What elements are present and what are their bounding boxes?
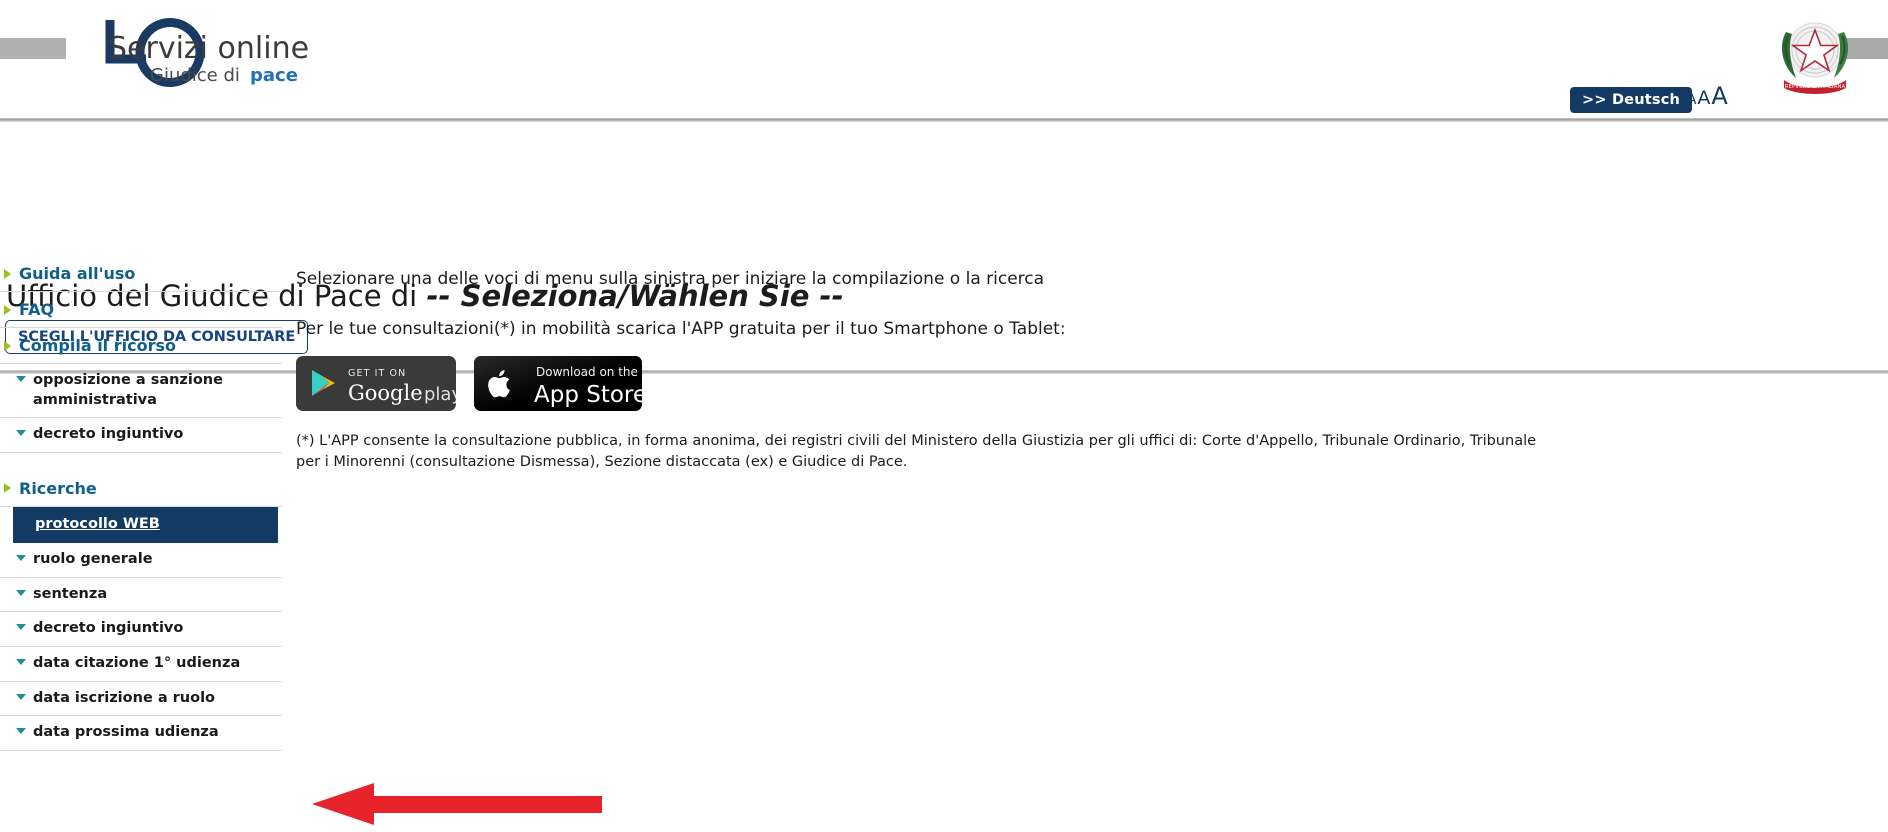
title-block: Ufficio del Giudice di Pace di -- Selezi…	[0, 120, 1888, 374]
sidebar-item-label: decreto ingiuntivo	[33, 620, 184, 637]
body-area: Guida all'uso FAQ Compila il ricorso opp…	[0, 256, 1888, 825]
svg-text:Giudice di: Giudice di	[150, 65, 240, 86]
sidebar-item-protocollo-web[interactable]: protocollo WEB	[13, 506, 278, 544]
svg-text:REPVBBLICA ITALIANA: REPVBBLICA ITALIANA	[1785, 84, 1846, 90]
sidebar-item-label: Compila il ricorso	[19, 336, 176, 355]
language-switch-button[interactable]: >> Deutsch	[1570, 87, 1693, 113]
svg-text:App Store: App Store	[534, 382, 642, 408]
svg-text:play: play	[424, 384, 456, 405]
chevron-right-icon	[4, 304, 11, 315]
chevron-right-icon	[4, 268, 11, 279]
app-store-badges: GET IT ON Google play	[296, 356, 1856, 415]
logo-svg: Servizi online Giudice di pace	[105, 18, 309, 87]
app-store-badge-icon: Download on the App Store	[474, 356, 647, 411]
page-header: Servizi online Giudice di pace >> Deutsc…	[0, 0, 1888, 122]
font-size-xs[interactable]: A	[1679, 97, 1686, 107]
sidebar-item-sentenza[interactable]: sentenza	[0, 578, 282, 613]
sidebar-item-label: opposizione a sanzione amministrativa	[33, 372, 223, 408]
chevron-down-icon	[16, 555, 26, 562]
font-size-s[interactable]: A	[1687, 93, 1697, 107]
chevron-down-icon	[16, 728, 26, 735]
chevron-down-icon	[16, 693, 26, 700]
chevron-right-icon	[4, 340, 11, 351]
font-size-selector[interactable]: A A A A	[1679, 84, 1728, 108]
sidebar-item-compila-il-ricorso[interactable]: Compila il ricorso	[0, 328, 282, 364]
google-play-badge-icon: GET IT ON Google play	[296, 356, 462, 411]
main-content: Selezionare una delle voci di menu sulla…	[296, 256, 1856, 487]
svg-text:Google: Google	[348, 381, 423, 405]
sidebar-item-label: data iscrizione a ruolo	[33, 689, 216, 706]
svg-text:Download on the: Download on the	[536, 365, 638, 379]
header-accent-bar-left	[0, 38, 66, 59]
sidebar-item-opposizione-a-sanzione-amministrativa[interactable]: opposizione a sanzione amministrativa	[0, 364, 282, 419]
chevron-down-icon	[16, 430, 26, 437]
sidebar-item-label: protocollo WEB	[35, 515, 160, 532]
sidebar-item-data-iscrizione-a-ruolo[interactable]: data iscrizione a ruolo	[0, 682, 282, 717]
sidebar-item-data-citazione-prima-udienza[interactable]: data citazione 1° udienza	[0, 647, 282, 682]
svg-text:pace: pace	[250, 65, 298, 86]
sidebar-item-label: decreto ingiuntivo	[33, 426, 184, 443]
sidebar-item-guida-alluso[interactable]: Guida all'uso	[0, 256, 282, 292]
chevron-down-icon	[16, 589, 26, 596]
sidebar-item-label: ruolo generale	[33, 551, 153, 568]
sidebar-item-decreto-ingiuntivo-ricerca[interactable]: decreto ingiuntivo	[0, 612, 282, 647]
sidebar-item-ruolo-generale[interactable]: ruolo generale	[0, 543, 282, 578]
mobile-app-prompt-text: Per le tue consultazioni(*) in mobilità …	[296, 319, 1066, 339]
sidebar-item-label: data citazione 1° udienza	[33, 654, 241, 671]
sidebar-item-label: Guida all'uso	[19, 264, 136, 283]
sidebar-item-label: sentenza	[33, 585, 108, 602]
chevron-down-icon	[16, 624, 26, 631]
red-arrow-annotation	[312, 783, 602, 825]
font-size-m[interactable]: A	[1697, 89, 1710, 108]
app-footnote-text: (*) L'APP consente la consultazione pubb…	[296, 433, 1537, 470]
font-size-l[interactable]: A	[1711, 84, 1727, 108]
google-play-badge[interactable]: GET IT ON Google play	[296, 356, 462, 415]
sidebar-item-ricerche[interactable]: Ricerche	[0, 471, 282, 507]
svg-text:GET IT ON: GET IT ON	[348, 368, 406, 379]
chevron-down-icon	[16, 658, 26, 665]
app-store-badge[interactable]: Download on the App Store	[474, 356, 647, 415]
sidebar-item-decreto-ingiuntivo-compila[interactable]: decreto ingiuntivo	[0, 418, 282, 453]
sidebar-item-label: data prossima udienza	[33, 724, 219, 741]
intro-instruction-text: Selezionare una delle voci di menu sulla…	[296, 269, 1045, 289]
sidebar-item-faq[interactable]: FAQ	[0, 292, 282, 328]
chevron-down-icon	[16, 376, 26, 382]
sidebar-navigation: Guida all'uso FAQ Compila il ricorso opp…	[0, 256, 282, 751]
svg-text:Servizi online: Servizi online	[108, 31, 309, 66]
site-logo[interactable]: Servizi online Giudice di pace	[62, 4, 362, 100]
chevron-right-icon	[4, 483, 11, 494]
sidebar-item-label: Ricerche	[19, 478, 97, 498]
sidebar-item-label: FAQ	[19, 300, 55, 319]
italian-republic-emblem-icon: REPVBBLICA ITALIANA	[1781, 22, 1849, 94]
sidebar-item-data-prossima-udienza[interactable]: data prossima udienza	[0, 716, 282, 751]
